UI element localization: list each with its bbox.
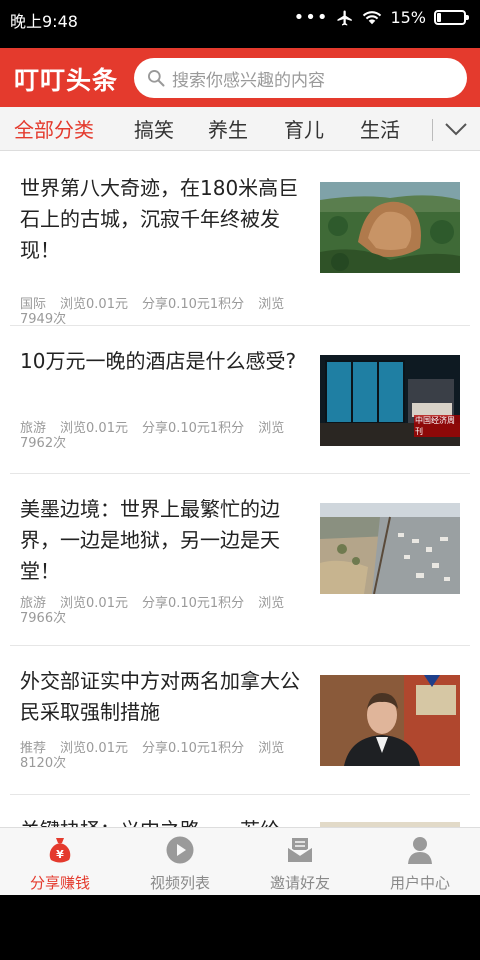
article-share-reward: 分享0.10元1积分 [141,297,245,312]
divider [10,473,470,474]
photo-watermark: 中国经济周刊 [414,415,460,437]
article-browse-reward: 浏览0.01元 [60,421,128,436]
divider [10,645,470,646]
article-share-reward: 分享0.10元1积分 [141,741,245,756]
article-browse-reward: 浏览0.01元 [60,297,128,312]
article-title: 世界第八大奇迹，在180米高巨石上的古城，沉寂千年终被发现！ [20,176,299,262]
tab-health[interactable]: 养生 [208,114,248,143]
bottom-nav: ¥ 分享赚钱 视频列表 邀请好友 用户中心 [0,827,480,895]
article-tag: 国际 [20,297,47,312]
envelope-icon [287,838,313,862]
tab-funny[interactable]: 搞笑 [134,114,174,143]
divider [10,794,470,795]
category-divider [432,119,433,141]
article-share-reward: 分享0.10元1积分 [141,596,245,611]
nav-user-center[interactable]: 用户中心 [360,828,480,896]
nav-label: 邀请好友 [269,874,330,892]
divider [10,325,470,326]
nav-invite-friends[interactable]: 邀请好友 [240,828,360,896]
article-meta: 旅游 浏览0.01元 分享0.10元1积分 浏览7962次 [20,421,305,451]
article-meta: 旅游 浏览0.01元 分享0.10元1积分 浏览7966次 [20,596,305,626]
article-tag: 推荐 [20,741,47,756]
search-icon [148,70,165,87]
article-title: 关键抉择：义中之路……若给 [20,815,305,827]
app-title: 叮叮头条 [14,66,119,95]
status-bar: 晚上9:48 ••• 15% [0,0,480,36]
user-icon [408,837,432,864]
nav-label: 视频列表 [149,874,210,892]
man-portrait-photo [320,675,460,766]
status-icons: ••• 15% [293,7,469,28]
underwater-hotel-photo: 中国经济周刊 [320,355,460,446]
system-nav-area [0,895,480,960]
article-tag: 旅游 [20,421,47,436]
article-browse-reward: 浏览0.01元 [60,596,128,611]
tab-all-categories[interactable]: 全部分类 [14,114,94,143]
article-title: 外交部证实中方对两名加拿大公民采取强制措施 [20,669,300,724]
news-feed: 世界第八大奇迹，在180米高巨石上的古城，沉寂千年终被发现！ 国际 浏览0.01元… [0,151,480,827]
battery-icon [434,10,469,25]
status-time: 晚上9:48 [10,12,78,31]
play-icon [166,836,194,864]
airplane-icon [337,10,353,25]
article-meta: 推荐 浏览0.01元 分享0.10元1积分 浏览8120次 [20,741,305,771]
border-aerial-photo [320,503,460,594]
category-tabs: 全部分类 搞笑 养生 育儿 生活 [0,107,480,151]
article-browse-reward: 浏览0.01元 [60,741,128,756]
battery-percent: 15% [390,8,426,27]
rock-fortress-photo [320,182,460,273]
article-tag: 旅游 [20,596,47,611]
chevron-down-icon[interactable] [444,121,468,137]
tab-parenting[interactable]: 育儿 [284,114,324,143]
search-input[interactable]: 搜索你感兴趣的内容 [134,58,467,98]
svg-text:¥: ¥ [56,848,64,861]
wifi-icon [363,10,382,24]
money-bag-icon: ¥ [49,838,71,863]
battery-level [437,13,441,22]
nav-label: 分享赚钱 [29,874,90,892]
tab-life[interactable]: 生活 [360,114,400,143]
article-title: 美墨边境：世界上最繁忙的边界，一边是地狱，另一边是天堂！ [20,497,280,583]
article-title: 10万元一晚的酒店是什么感受? [20,349,297,373]
app-header: 叮叮头条 搜索你感兴趣的内容 [0,48,480,107]
article-meta: 国际 浏览0.01元 分享0.10元1积分 浏览7949次 [20,297,305,327]
more-dots-icon: ••• [293,7,329,28]
search-placeholder: 搜索你感兴趣的内容 [172,70,325,91]
nav-label: 用户中心 [389,874,450,892]
nav-share-earn[interactable]: ¥ 分享赚钱 [0,828,120,896]
article-share-reward: 分享0.10元1积分 [141,421,245,436]
nav-video-list[interactable]: 视频列表 [120,828,240,896]
